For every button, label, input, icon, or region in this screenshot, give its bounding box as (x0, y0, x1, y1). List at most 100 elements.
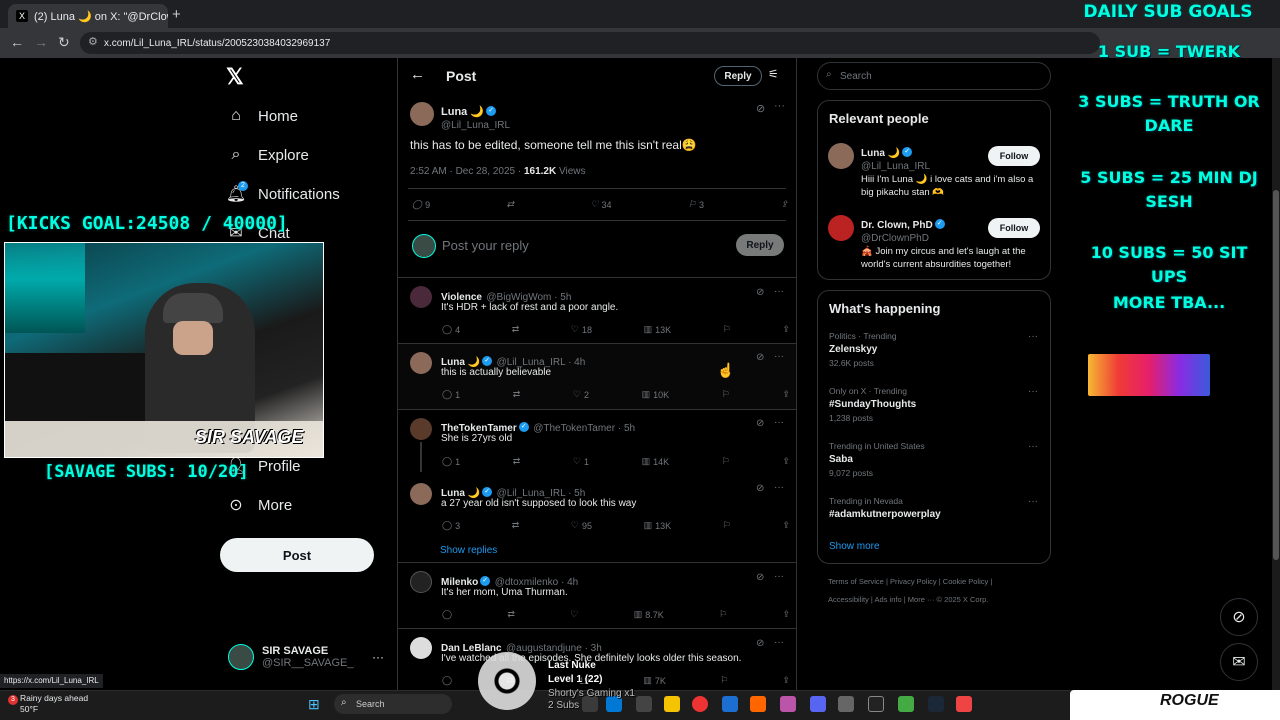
reply-item[interactable]: Violence @BigWigWom · 5h ⊘ ··· It's HDR … (398, 278, 796, 344)
repost-icon[interactable]: ⇄ (512, 324, 520, 335)
chrome-icon[interactable] (692, 696, 708, 712)
person-2[interactable]: Dr. Clown, PhD ✓ @DrClownPhD (861, 215, 945, 244)
compose-reply-button[interactable]: Reply (736, 234, 784, 256)
grok-icon[interactable]: ⊘ (756, 102, 765, 115)
reply-item[interactable]: Milenko ✓ @dtoxmilenko · 4h ⊘ ··· It's he… (398, 563, 796, 629)
avatar[interactable] (410, 418, 432, 440)
views-action[interactable]: ▥ 8.7K (634, 609, 664, 620)
repost-action[interactable]: ⇄ (507, 199, 515, 210)
post-button[interactable]: Post (220, 538, 374, 572)
like-action[interactable]: ♡ 1 (573, 456, 589, 467)
views-action[interactable]: ▥ 14K (642, 456, 670, 467)
nav-more[interactable]: ⊙ More (226, 495, 292, 515)
reload-icon[interactable]: ↻ (58, 34, 70, 51)
bookmark-action[interactable]: ⚐ 3 (688, 199, 704, 210)
header-reply-button[interactable]: Reply (714, 66, 762, 86)
more-icon[interactable]: ··· (1028, 441, 1038, 452)
footer-link[interactable]: Accessibility (828, 595, 869, 604)
reply-action[interactable]: ◯ 1 (442, 389, 460, 400)
reply-icon[interactable]: ◯ (442, 675, 452, 686)
like-action[interactable]: ♡ 95 (571, 520, 592, 531)
discord-icon[interactable] (810, 696, 826, 712)
share-icon[interactable]: ⇪ (782, 456, 790, 467)
show-replies-link[interactable]: Show replies (440, 545, 497, 556)
like-action[interactable]: ♡ 2 (573, 389, 589, 400)
back-icon[interactable]: ← (10, 34, 24, 50)
app-icon[interactable] (838, 696, 854, 712)
app-icon[interactable] (868, 696, 884, 712)
reply-action[interactable]: ◯ 1 (442, 456, 460, 467)
grok-icon[interactable]: ⊘ (756, 352, 764, 363)
person-1[interactable]: Luna 🌙 ✓ @Lil_Luna_IRL (861, 143, 930, 172)
trend-item[interactable]: Trending in United States Saba 9,072 pos… (829, 441, 925, 478)
grok-icon[interactable]: ⊘ (756, 418, 764, 429)
reply-input[interactable]: Post your reply (442, 238, 529, 253)
steam-icon[interactable] (928, 696, 944, 712)
scrollbar-thumb[interactable] (1273, 190, 1279, 560)
follow-button[interactable]: Follow (988, 146, 1040, 166)
site-info-icon[interactable]: ⚙ (88, 35, 98, 48)
back-arrow-icon[interactable]: ← (410, 66, 425, 83)
trend-item[interactable]: Only on X · Trending #SundayThoughts 1,2… (829, 386, 916, 423)
reply-action[interactable]: ◯ 9 (412, 199, 430, 210)
footer-link[interactable]: More ··· (908, 595, 935, 604)
app-icon[interactable] (956, 696, 972, 712)
nav-explore[interactable]: ⌕ Explore (226, 145, 309, 165)
app-icon[interactable] (780, 696, 796, 712)
repost-icon[interactable]: ⇄ (513, 389, 521, 400)
footer-link[interactable]: Ads info (875, 595, 902, 604)
messages-fab-icon[interactable]: ✉ (1220, 643, 1258, 681)
forward-icon[interactable]: → (34, 34, 48, 50)
trend-item[interactable]: Trending in Nevada #adamkutnerpowerplay (829, 496, 941, 520)
more-icon[interactable]: ··· (1028, 331, 1038, 342)
avatar[interactable] (410, 571, 432, 593)
views-action[interactable]: ▥ 13K (644, 520, 672, 531)
taskbar-search[interactable]: ⌕ Search (334, 694, 452, 714)
repost-icon[interactable]: ⇄ (513, 456, 521, 467)
more-icon[interactable]: ··· (774, 100, 785, 112)
app-icon[interactable] (722, 696, 738, 712)
app-icon[interactable] (898, 696, 914, 712)
avatar[interactable] (828, 215, 854, 241)
account-switcher[interactable]: SIR SAVAGE @SIR__SAVAGE_ (228, 644, 353, 670)
reply-item[interactable]: Luna 🌙 ✓ @Lil_Luna_IRL · 4h ⊘ ··· this is… (398, 344, 796, 410)
browser-tab[interactable]: X (2) Luna 🌙 on X: "@DrClownP ✕ (8, 4, 168, 28)
main-post-author[interactable]: Luna 🌙 ✓ @Lil_Luna_IRL (441, 102, 510, 131)
app-icon[interactable] (636, 696, 652, 712)
heart-icon[interactable]: ♡ (570, 609, 578, 620)
more-icon[interactable]: ··· (774, 637, 784, 648)
footer-link[interactable]: Privacy Policy (890, 577, 937, 586)
footer-link[interactable]: Terms of Service (828, 577, 884, 586)
trend-item[interactable]: Politics · Trending Zelenskyy 32.6K post… (829, 331, 897, 368)
grok-icon[interactable]: ⊘ (756, 483, 764, 494)
share-icon[interactable]: ⇪ (782, 520, 790, 531)
reply-icon[interactable]: ◯ (442, 609, 452, 620)
share-icon[interactable]: ⇪ (782, 389, 790, 400)
windows-start-icon[interactable]: ⊞ (308, 696, 320, 713)
address-bar[interactable]: ⚙ x.com/Lil_Luna_IRL/status/200523038403… (80, 32, 1100, 54)
bookmark-icon[interactable]: ⚐ (722, 389, 730, 400)
search-input[interactable]: ⌕ Search (817, 62, 1051, 90)
reply-action[interactable]: ◯ 4 (442, 324, 460, 335)
account-more-icon[interactable]: ··· (372, 650, 384, 664)
like-action[interactable]: ♡ 18 (571, 324, 592, 335)
x-logo-icon[interactable]: 𝕏 (226, 64, 244, 90)
file-explorer-icon[interactable] (664, 696, 680, 712)
more-icon[interactable]: ··· (774, 571, 784, 582)
avatar[interactable] (410, 637, 432, 659)
avatar[interactable] (410, 102, 434, 126)
like-action[interactable]: ♡ 34 (590, 199, 611, 210)
more-icon[interactable]: ··· (1028, 496, 1038, 507)
app-icon[interactable] (750, 696, 766, 712)
follow-button[interactable]: Follow (988, 218, 1040, 238)
grok-fab-icon[interactable]: ⊘ (1220, 598, 1258, 636)
bookmark-icon[interactable]: ⚐ (720, 675, 728, 686)
repost-icon[interactable]: ⇄ (512, 520, 520, 531)
grok-icon[interactable]: ⊘ (756, 287, 764, 298)
bookmark-icon[interactable]: ⚐ (719, 609, 727, 620)
more-icon[interactable]: ··· (774, 482, 784, 493)
new-tab-button[interactable]: + (172, 6, 181, 23)
footer-link[interactable]: Cookie Policy (943, 577, 988, 586)
nav-home[interactable]: ⌂ Home (226, 106, 298, 126)
more-icon[interactable]: ··· (774, 351, 784, 362)
